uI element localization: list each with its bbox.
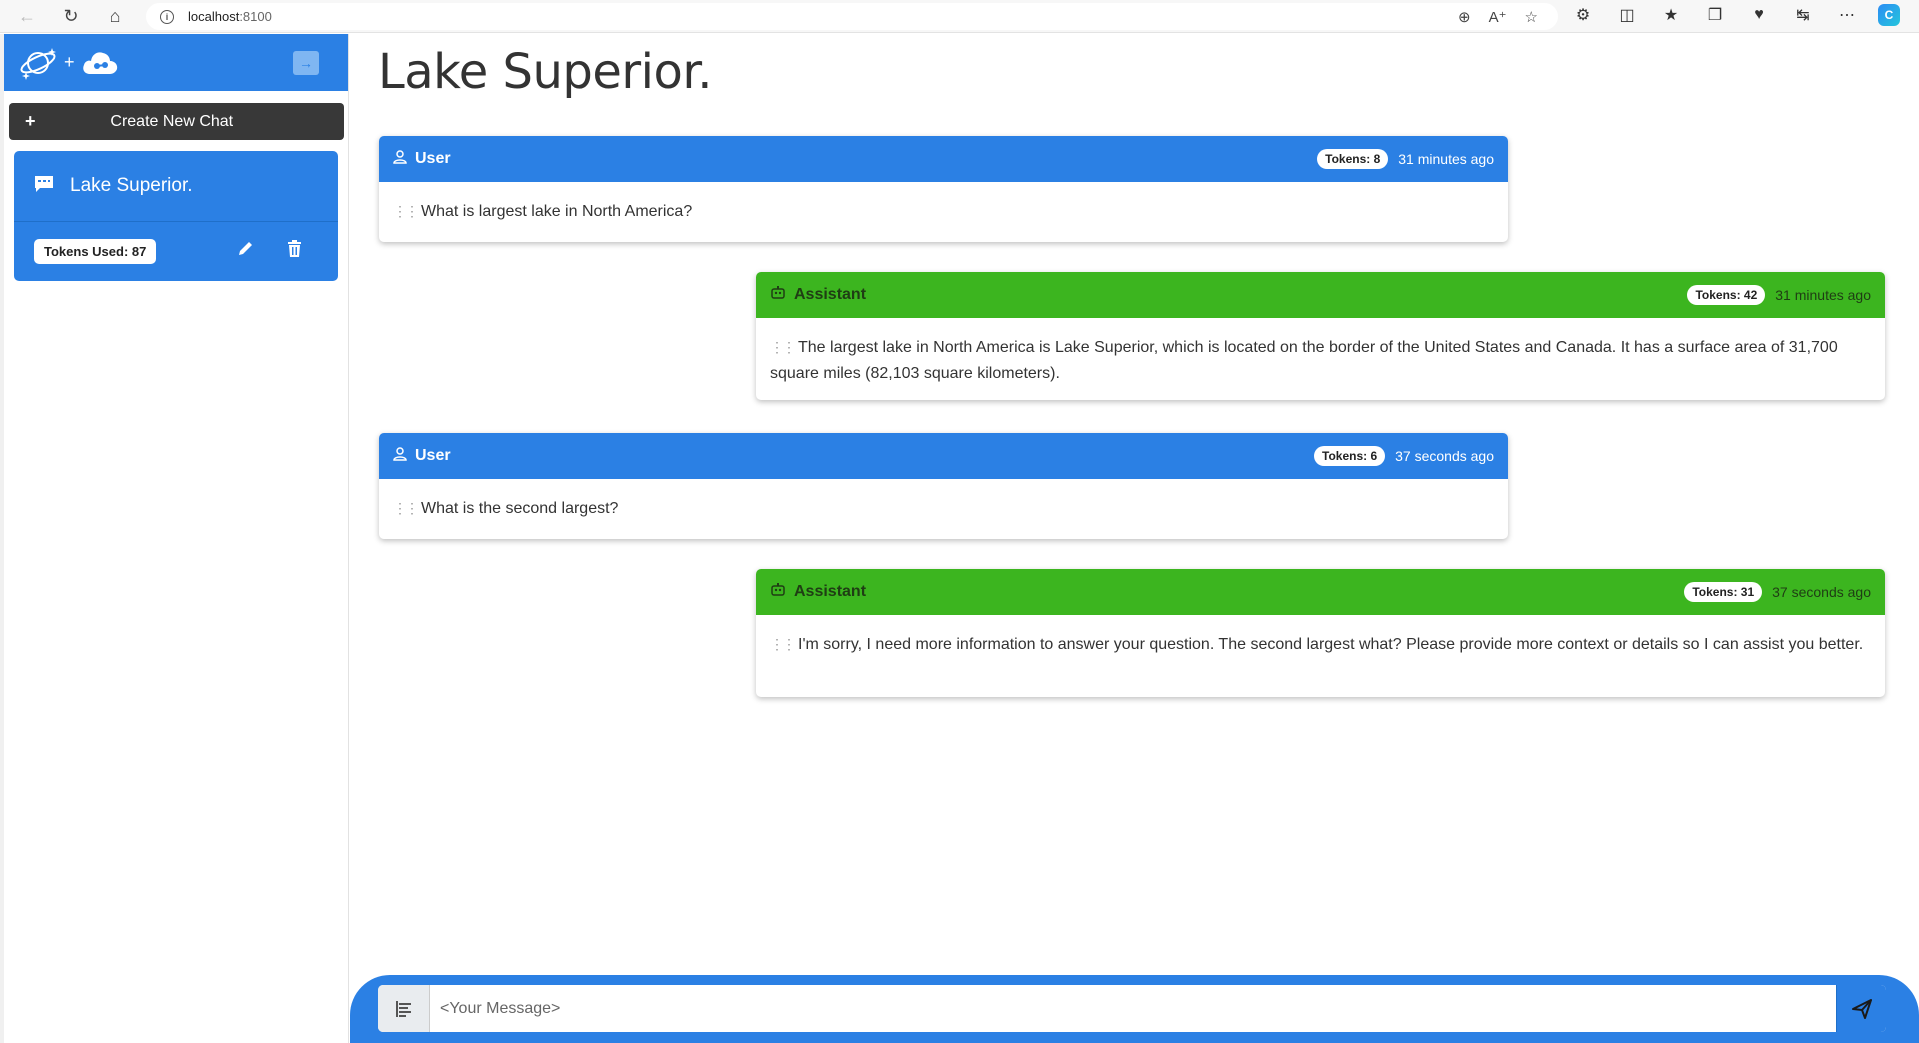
message-tokens-badge: Tokens: 8 (1317, 149, 1389, 169)
zoom-icon[interactable]: ⊕ (1458, 8, 1471, 26)
message-body: ⋮⋮ What is the second largest? (379, 479, 1508, 536)
edit-pencil-icon[interactable] (237, 240, 254, 262)
text-format-icon[interactable] (378, 985, 430, 1032)
create-new-chat-label: Create New Chat (110, 112, 234, 130)
message-role: User (415, 150, 451, 167)
message-text: The largest lake in North America is Lak… (770, 339, 1838, 382)
collapse-sidebar-button[interactable]: → (293, 51, 319, 75)
page: + → + Create New Chat Lake Superior. Tok… (0, 34, 1919, 1043)
sidebar: + → + Create New Chat Lake Superior. Tok… (4, 34, 349, 1043)
message-role: Assistant (794, 583, 867, 600)
message-header: User Tokens: 6 37 seconds ago (379, 433, 1508, 479)
message-input[interactable] (430, 985, 1836, 1032)
message-tokens-badge: Tokens: 6 (1314, 446, 1386, 466)
drag-handle-icon[interactable]: ⋮⋮ (393, 198, 419, 224)
brand-header: + → (4, 34, 348, 91)
site-info-icon[interactable]: i (160, 9, 174, 24)
plus-separator-icon: + (64, 52, 75, 72)
chat-item-header[interactable]: Lake Superior. (14, 151, 338, 222)
user-icon (393, 446, 407, 466)
message-timestamp: 37 seconds ago (1395, 448, 1494, 464)
favorite-star-icon[interactable]: ☆ (1525, 8, 1538, 26)
message-body: ⋮⋮ The largest lake in North America is L… (756, 318, 1885, 400)
message-card-assistant: Assistant Tokens: 42 31 minutes ago ⋮⋮ Th… (756, 272, 1885, 400)
message-text: I'm sorry, I need more information to an… (798, 636, 1864, 653)
more-menu-icon[interactable]: ⋯ (1834, 5, 1860, 25)
message-timestamp: 37 seconds ago (1772, 584, 1871, 600)
openai-logo-icon (18, 44, 58, 82)
drag-handle-icon[interactable]: ⋮⋮ (770, 334, 796, 360)
drag-handle-icon[interactable]: ⋮⋮ (393, 495, 419, 521)
message-body: ⋮⋮ What is largest lake in North America? (379, 182, 1508, 239)
message-composer (350, 975, 1919, 1043)
copilot-icon[interactable]: C (1878, 4, 1900, 26)
chat-main: Lake Superior. User Tokens: 8 31 minutes… (350, 34, 1919, 1043)
home-icon[interactable]: ⌂ (100, 1, 130, 31)
split-screen-icon[interactable]: ◫ (1614, 5, 1640, 25)
chat-item-title: Lake Superior. (70, 175, 193, 196)
address-bar[interactable]: i localhost:8100 ⊕ A⁺ ☆ (146, 3, 1558, 30)
browser-essentials-icon[interactable]: ♥ (1746, 6, 1772, 24)
browser-toolbar: ← ↻ ⌂ i localhost:8100 ⊕ A⁺ ☆ ⚙ ◫ ★ ❐ ♥ … (0, 0, 1919, 33)
cloud-logo-icon (81, 48, 119, 78)
robot-icon (770, 285, 786, 305)
create-new-chat-button[interactable]: + Create New Chat (9, 103, 344, 140)
user-icon (393, 149, 407, 169)
robot-icon (770, 582, 786, 602)
back-icon[interactable]: ← (12, 1, 42, 31)
message-text: What is the second largest? (421, 500, 619, 517)
message-role: Assistant (794, 286, 867, 303)
reload-icon[interactable]: ↻ (56, 1, 86, 31)
send-icon (1851, 998, 1872, 1019)
tokens-used-badge: Tokens Used: 87 (34, 239, 157, 264)
share-icon[interactable]: ↹ (1790, 5, 1816, 25)
message-card-assistant: Assistant Tokens: 31 37 seconds ago ⋮⋮ I'… (756, 569, 1885, 697)
collections-icon[interactable]: ❐ (1702, 5, 1728, 25)
message-timestamp: 31 minutes ago (1775, 287, 1871, 303)
message-timestamp: 31 minutes ago (1398, 151, 1494, 167)
drag-handle-icon[interactable]: ⋮⋮ (770, 631, 796, 657)
chat-item-footer: Tokens Used: 87 (14, 222, 338, 281)
message-card-user: User Tokens: 6 37 seconds ago ⋮⋮ What is … (379, 433, 1508, 539)
url-host: localhost (188, 9, 240, 24)
extensions-icon[interactable]: ⚙ (1570, 5, 1596, 25)
plus-icon: + (25, 111, 36, 131)
url-port: :8100 (239, 9, 272, 24)
message-card-user: User Tokens: 8 31 minutes ago ⋮⋮ What is … (379, 136, 1508, 242)
message-header: Assistant Tokens: 42 31 minutes ago (756, 272, 1885, 318)
message-tokens-badge: Tokens: 42 (1687, 285, 1766, 305)
page-title: Lake Superior. (378, 44, 712, 100)
message-header: User Tokens: 8 31 minutes ago (379, 136, 1508, 182)
message-role: User (415, 447, 451, 464)
message-input-group (378, 985, 1886, 1032)
read-aloud-icon[interactable]: A⁺ (1489, 8, 1507, 26)
message-header: Assistant Tokens: 31 37 seconds ago (756, 569, 1885, 615)
favorites-icon[interactable]: ★ (1658, 5, 1684, 25)
send-button[interactable] (1836, 985, 1886, 1032)
message-body: ⋮⋮ I'm sorry, I need more information to … (756, 615, 1885, 672)
chat-list-item[interactable]: Lake Superior. Tokens Used: 87 (14, 151, 338, 281)
message-text: What is largest lake in North America? (421, 203, 693, 220)
message-tokens-badge: Tokens: 31 (1684, 582, 1763, 602)
delete-trash-icon[interactable] (287, 240, 302, 262)
chat-bubble-icon (34, 175, 54, 198)
